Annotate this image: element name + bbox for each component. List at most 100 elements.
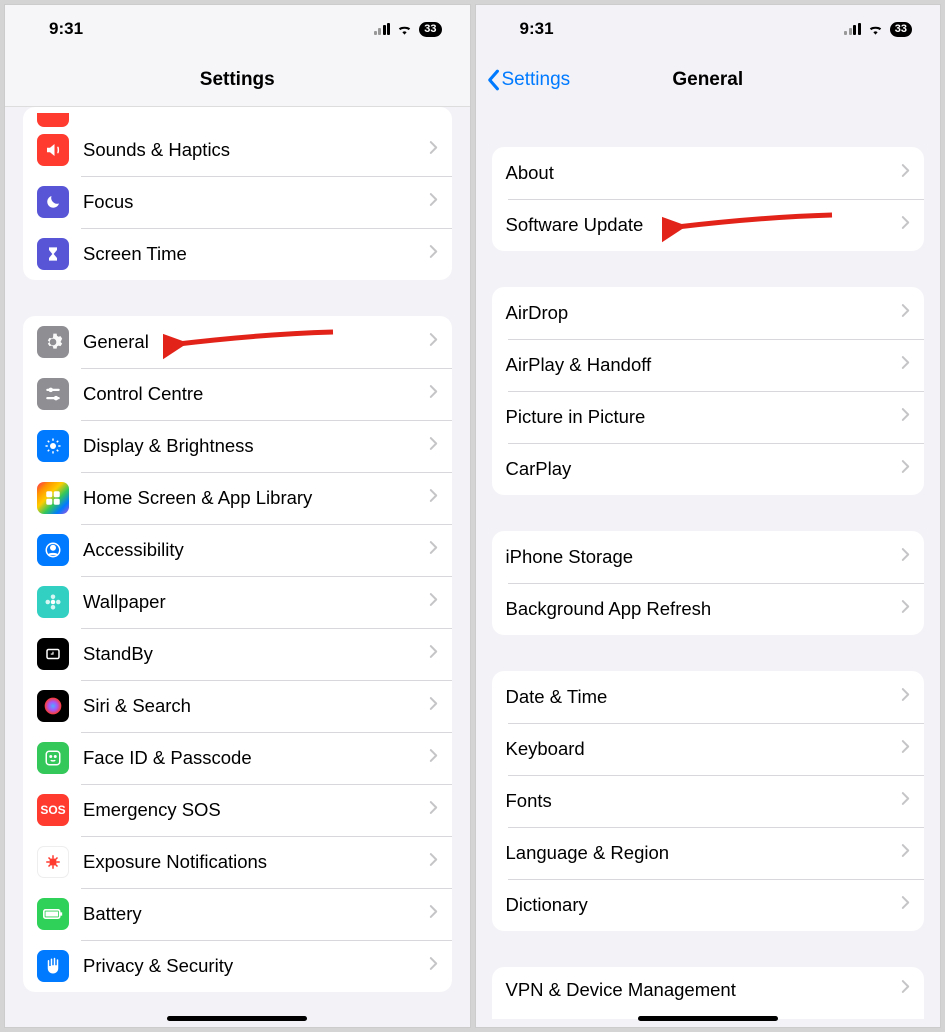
row-label: Emergency SOS	[83, 799, 429, 821]
row-label: Battery	[83, 903, 429, 925]
row-siri[interactable]: Siri & Search	[23, 680, 452, 732]
row-label: Language & Region	[506, 842, 902, 864]
wifi-icon	[396, 23, 413, 35]
chevron-right-icon	[429, 956, 438, 976]
row-label: Display & Brightness	[83, 435, 429, 457]
cellular-signal-icon	[374, 23, 391, 35]
row-label: Exposure Notifications	[83, 851, 429, 873]
chevron-right-icon	[429, 696, 438, 716]
settings-group: AirDropAirPlay & Handoff Picture in Pictu…	[492, 287, 925, 495]
settings-group: iPhone Storage Background App Refresh	[492, 531, 925, 635]
chevron-right-icon	[429, 384, 438, 404]
chevron-right-icon	[429, 748, 438, 768]
row-faceid[interactable]: Face ID & Passcode	[23, 732, 452, 784]
chevron-right-icon	[901, 163, 910, 183]
wifi-icon	[867, 23, 884, 35]
row-label: StandBy	[83, 643, 429, 665]
row-datetime[interactable]: Date & Time	[492, 671, 925, 723]
chevron-right-icon	[901, 547, 910, 567]
row-control-centre[interactable]: Control Centre	[23, 368, 452, 420]
row-label: Focus	[83, 191, 429, 213]
row-screentime[interactable]: Screen Time	[23, 228, 452, 280]
row-label: Home Screen & App Library	[83, 487, 429, 509]
home-indicator[interactable]	[638, 1016, 778, 1021]
gear-icon	[37, 326, 69, 358]
row-label: Face ID & Passcode	[83, 747, 429, 769]
home-indicator[interactable]	[167, 1016, 307, 1021]
chevron-right-icon	[901, 355, 910, 375]
row-general[interactable]: General	[23, 316, 452, 368]
row-label: Control Centre	[83, 383, 429, 405]
page-title: General	[672, 69, 743, 91]
chevron-right-icon	[429, 592, 438, 612]
row-sounds[interactable]: Sounds & Haptics	[23, 124, 452, 176]
row-label: Picture in Picture	[506, 406, 902, 428]
row-label: Background App Refresh	[506, 598, 902, 620]
row-pip[interactable]: Picture in Picture	[492, 391, 925, 443]
status-bar: 9:31 33	[476, 5, 941, 53]
row-privacy[interactable]: Privacy & Security	[23, 940, 452, 992]
row-label: Accessibility	[83, 539, 429, 561]
row-about[interactable]: About	[492, 147, 925, 199]
chevron-right-icon	[901, 739, 910, 759]
row-label: Privacy & Security	[83, 955, 429, 977]
sun-icon	[37, 430, 69, 462]
row-display[interactable]: Display & Brightness	[23, 420, 452, 472]
moon-icon	[37, 186, 69, 218]
row-storage[interactable]: iPhone Storage	[492, 531, 925, 583]
row-fonts[interactable]: Fonts	[492, 775, 925, 827]
row-language[interactable]: Language & Region	[492, 827, 925, 879]
chevron-right-icon	[429, 904, 438, 924]
row-bgrefresh[interactable]: Background App Refresh	[492, 583, 925, 635]
row-label: Wallpaper	[83, 591, 429, 613]
row-label: Sounds & Haptics	[83, 139, 429, 161]
chevron-right-icon	[901, 979, 910, 999]
row-exposure[interactable]: Exposure Notifications	[23, 836, 452, 888]
row-keyboard[interactable]: Keyboard	[492, 723, 925, 775]
row-accessibility[interactable]: Accessibility	[23, 524, 452, 576]
row-label: Siri & Search	[83, 695, 429, 717]
siri-icon	[37, 690, 69, 722]
chevron-right-icon	[429, 540, 438, 560]
hourglass-icon	[37, 238, 69, 270]
row-airdrop[interactable]: AirDrop	[492, 287, 925, 339]
row-standby[interactable]: StandBy	[23, 628, 452, 680]
general-screen: 9:31 33 Settings General About Software U…	[475, 4, 942, 1028]
row-label: About	[506, 162, 902, 184]
chevron-right-icon	[429, 244, 438, 264]
chevron-right-icon	[901, 407, 910, 427]
row-focus[interactable]: Focus	[23, 176, 452, 228]
settings-group: VPN & Device Management	[492, 967, 925, 1019]
row-battery[interactable]: Battery	[23, 888, 452, 940]
row-carplay[interactable]: CarPlay	[492, 443, 925, 495]
settings-list[interactable]: Sounds & Haptics Focus Screen Time General C…	[5, 107, 470, 1027]
nav-header: Settings General	[476, 53, 941, 107]
chevron-right-icon	[429, 192, 438, 212]
person-icon	[37, 534, 69, 566]
status-time: 9:31	[49, 19, 83, 39]
row-sos[interactable]: SOSEmergency SOS	[23, 784, 452, 836]
settings-group: Sounds & Haptics Focus Screen Time	[23, 124, 452, 280]
general-list[interactable]: About Software Update AirDropAirPlay & Han…	[476, 107, 941, 1027]
row-software-update[interactable]: Software Update	[492, 199, 925, 251]
back-button[interactable]: Settings	[486, 69, 571, 91]
status-bar: 9:31 33	[5, 5, 470, 53]
row-wallpaper[interactable]: Wallpaper	[23, 576, 452, 628]
settings-group: About Software Update	[492, 147, 925, 251]
apps-icon	[37, 482, 69, 514]
row-homescreen[interactable]: Home Screen & App Library	[23, 472, 452, 524]
virus-icon	[37, 846, 69, 878]
row-label: Software Update	[506, 214, 902, 236]
chevron-left-icon	[486, 69, 500, 91]
row-dictionary[interactable]: Dictionary	[492, 879, 925, 931]
chevron-right-icon	[429, 332, 438, 352]
row-label: iPhone Storage	[506, 546, 902, 568]
back-label: Settings	[502, 69, 571, 91]
chevron-right-icon	[901, 459, 910, 479]
row-label: Screen Time	[83, 243, 429, 265]
chevron-right-icon	[901, 843, 910, 863]
row-airplay[interactable]: AirPlay & Handoff	[492, 339, 925, 391]
row-vpn[interactable]: VPN & Device Management	[492, 967, 925, 1019]
chevron-right-icon	[901, 895, 910, 915]
page-title: Settings	[200, 69, 275, 91]
